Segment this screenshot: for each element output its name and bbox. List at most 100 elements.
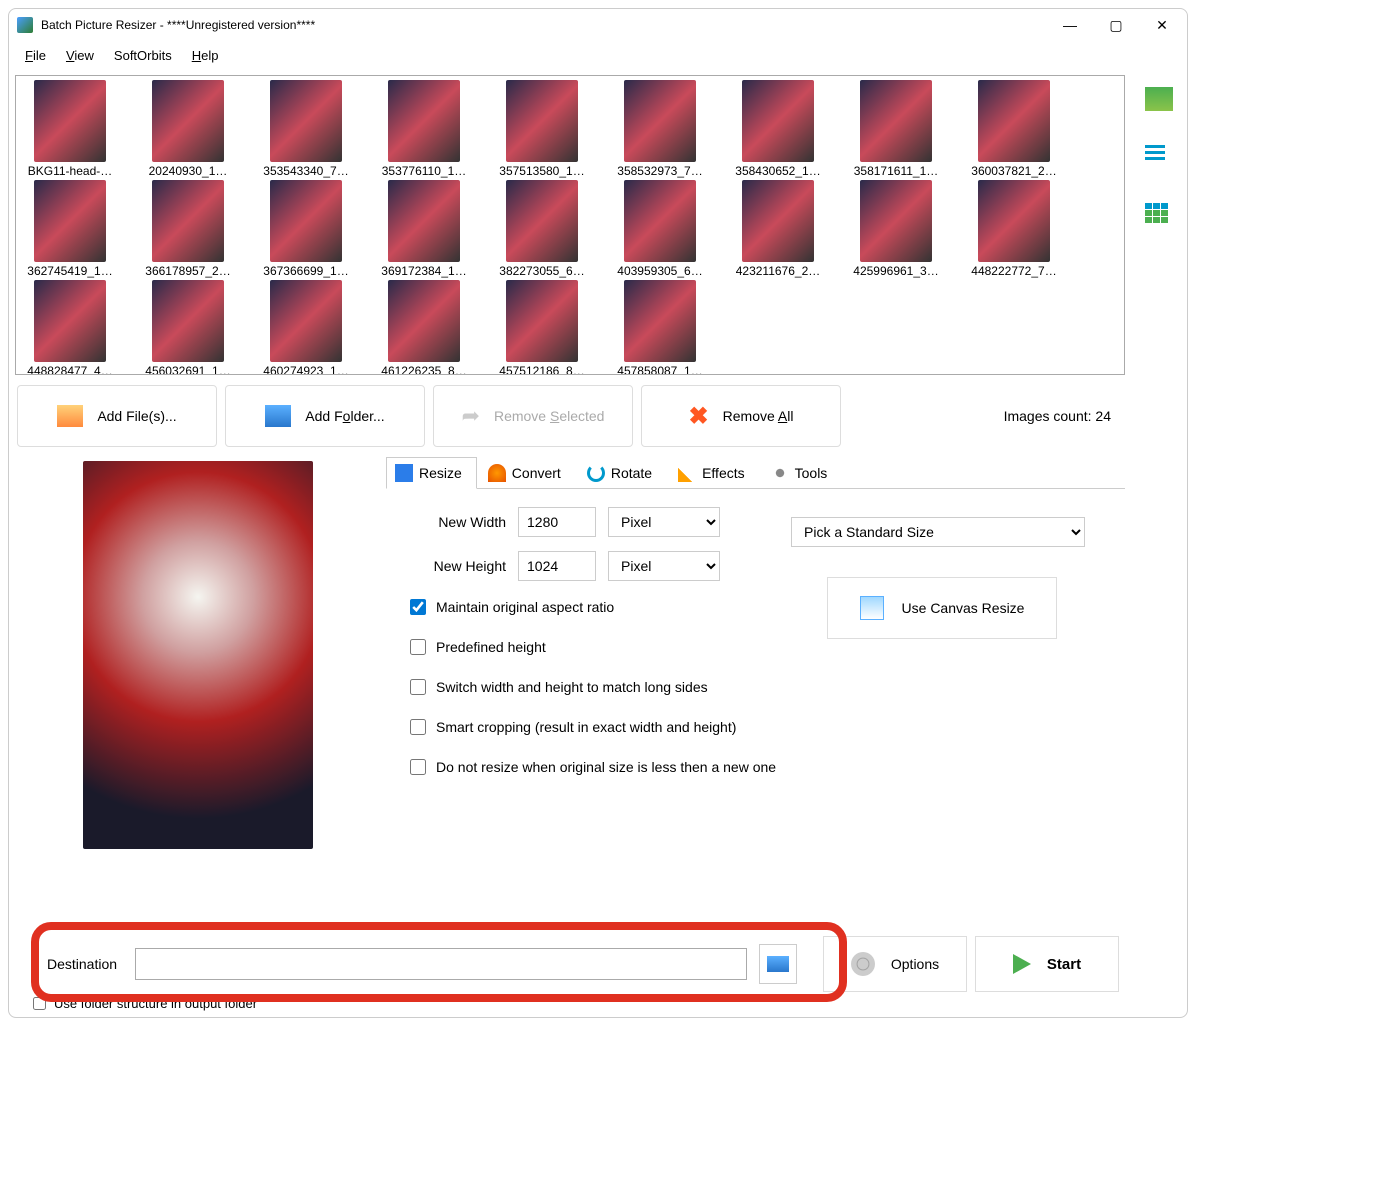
standard-size-wrap: Pick a Standard Size (791, 517, 1085, 547)
thumbnail-item[interactable]: 367366699_1… (254, 180, 358, 278)
menu-view[interactable]: View (56, 44, 104, 67)
view-thumbnails-button[interactable] (1145, 87, 1173, 111)
tab-effects[interactable]: Effects (669, 457, 760, 489)
menu-softorbits[interactable]: SoftOrbits (104, 44, 182, 67)
thumbnail-label: 448828477_4… (18, 364, 122, 374)
bottom-row: Destination Options Start (15, 928, 1125, 1000)
thumbnail-item[interactable]: BKG11-head-… (18, 80, 122, 178)
destination-label: Destination (21, 956, 127, 972)
thumbnail-item[interactable]: 457858087_1… (608, 280, 712, 374)
thumbnail-image (270, 280, 342, 362)
thumbnail-label: 456032691_1… (136, 364, 240, 374)
resize-tab-body: New Width Pixel New Height Pixel Pick a … (386, 488, 1125, 775)
predef-height-checkbox[interactable] (410, 639, 426, 655)
tab-tools[interactable]: Tools (762, 457, 843, 489)
thumbnail-item[interactable]: 460274923_1… (254, 280, 358, 374)
thumbnail-item[interactable]: 382273055_6… (490, 180, 594, 278)
play-icon (1013, 954, 1031, 974)
thumbnail-image (506, 180, 578, 262)
thumbnail-item[interactable]: 358430652_1… (726, 80, 830, 178)
thumbnail-item[interactable]: 461226235_8… (372, 280, 476, 374)
remove-selected-button[interactable]: ➦ Remove Selected (433, 385, 633, 447)
tab-rotate[interactable]: Rotate (578, 457, 667, 489)
remove-selected-label: Remove Selected (494, 408, 605, 424)
thumbnail-list[interactable]: BKG11-head-… 20240930_1…353543340_7…35377… (16, 76, 1124, 374)
preview-image (83, 461, 313, 849)
remove-all-icon: ✖ (689, 402, 709, 431)
no-resize-smaller-checkbox[interactable] (410, 759, 426, 775)
thumbnail-label: 382273055_6… (490, 264, 594, 278)
close-button[interactable]: ✕ (1139, 9, 1185, 41)
thumbnail-item[interactable]: 353776110_1… (372, 80, 476, 178)
switch-wh-row: Switch width and height to match long si… (410, 679, 1105, 695)
switch-wh-checkbox[interactable] (410, 679, 426, 695)
menu-help[interactable]: Help (182, 44, 229, 67)
thumbnail-item[interactable]: 353543340_7… (254, 80, 358, 178)
thumbnail-item[interactable]: 423211676_2… (726, 180, 830, 278)
thumbnail-item[interactable]: 457512186_8… (490, 280, 594, 374)
tab-rotate-label: Rotate (611, 465, 652, 481)
thumbnail-item[interactable]: 448828477_4… (18, 280, 122, 374)
thumbnail-item[interactable]: 403959305_6… (608, 180, 712, 278)
thumbnail-image (860, 80, 932, 162)
maintain-ratio-checkbox[interactable] (410, 599, 426, 615)
thumbnail-image (34, 80, 106, 162)
thumbnail-image (506, 280, 578, 362)
thumbnail-item[interactable]: 358532973_7… (608, 80, 712, 178)
thumbnail-item[interactable]: 357513580_1… (490, 80, 594, 178)
tab-convert[interactable]: Convert (479, 457, 576, 489)
remove-all-label: Remove All (723, 408, 794, 424)
action-row: Add File(s)... Add Folder... ➦ Remove Se… (15, 375, 1125, 457)
thumbnail-item[interactable]: 425996961_3… (844, 180, 948, 278)
start-label: Start (1047, 956, 1081, 973)
standard-size-select[interactable]: Pick a Standard Size (791, 517, 1085, 547)
thumbnail-image (152, 280, 224, 362)
thumbnail-item[interactable]: 362745419_1… (18, 180, 122, 278)
thumbnail-image (506, 80, 578, 162)
view-details-button[interactable] (1145, 203, 1173, 227)
width-input[interactable] (518, 507, 596, 537)
remove-all-button[interactable]: ✖ Remove All (641, 385, 841, 447)
add-file-icon (57, 405, 83, 427)
thumbnail-image (152, 180, 224, 262)
options-button[interactable]: Options (823, 936, 967, 992)
thumbnail-label: 360037821_2… (962, 164, 1066, 178)
rotate-icon (587, 464, 605, 482)
thumbnail-item[interactable]: 369172384_1… (372, 180, 476, 278)
thumbnail-image (624, 180, 696, 262)
thumbnail-label: 457512186_8… (490, 364, 594, 374)
browse-folder-button[interactable] (759, 944, 797, 984)
add-folder-label: Add Folder... (305, 408, 384, 424)
thumbnail-label: 457858087_1… (608, 364, 712, 374)
thumbnail-item[interactable]: 358171611_1… (844, 80, 948, 178)
content-area: BKG11-head-… 20240930_1…353543340_7…35377… (9, 69, 1187, 1017)
predef-height-row: Predefined height (410, 639, 1105, 655)
height-unit-select[interactable]: Pixel (608, 551, 720, 581)
view-list-button[interactable] (1145, 145, 1173, 169)
menu-file[interactable]: File (15, 44, 56, 67)
add-folder-button[interactable]: Add Folder... (225, 385, 425, 447)
images-count: Images count: 24 (1004, 408, 1123, 424)
add-files-button[interactable]: Add File(s)... (17, 385, 217, 447)
height-input[interactable] (518, 551, 596, 581)
maintain-ratio-label: Maintain original aspect ratio (436, 599, 614, 615)
predef-height-label: Predefined height (436, 639, 546, 655)
destination-input[interactable] (135, 948, 747, 980)
width-unit-select[interactable]: Pixel (608, 507, 720, 537)
tab-resize[interactable]: Resize (386, 457, 477, 489)
thumbnail-image (624, 280, 696, 362)
thumbnail-label: BKG11-head-… (18, 164, 122, 178)
maximize-button[interactable]: ▢ (1093, 9, 1139, 41)
thumbnail-label: 362745419_1… (18, 264, 122, 278)
minimize-button[interactable]: — (1047, 9, 1093, 41)
canvas-resize-button[interactable]: Use Canvas Resize (827, 577, 1057, 639)
thumbnail-item[interactable]: 448222772_7… (962, 180, 1066, 278)
thumbnail-item[interactable]: 20240930_1… (136, 80, 240, 178)
thumbnail-item[interactable]: 366178957_2… (136, 180, 240, 278)
window-controls: — ▢ ✕ (1047, 9, 1185, 41)
start-button[interactable]: Start (975, 936, 1119, 992)
thumbnail-item[interactable]: 360037821_2… (962, 80, 1066, 178)
tab-effects-label: Effects (702, 465, 745, 481)
thumbnail-item[interactable]: 456032691_1… (136, 280, 240, 374)
smart-crop-checkbox[interactable] (410, 719, 426, 735)
